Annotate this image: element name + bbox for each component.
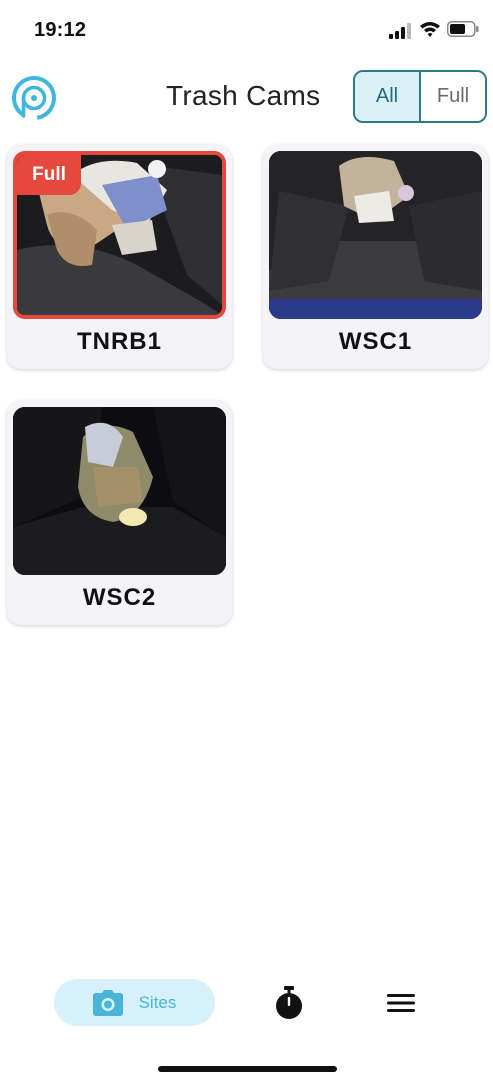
bottom-navigation: Sites [0, 975, 493, 1035]
battery-icon [447, 21, 479, 37]
signal-icon [389, 23, 411, 39]
page-title: Trash Cams [166, 80, 321, 111]
site-label: WSC1 [338, 328, 413, 355]
site-card-tnrb1[interactable]: Full TNRB1 [7, 145, 232, 369]
wifi-icon [420, 22, 440, 37]
status-bar: 19:12 [0, 0, 493, 62]
trash-image [269, 151, 482, 319]
stopwatch-icon[interactable] [273, 986, 305, 1020]
status-time: 19:12 [34, 19, 87, 41]
home-indicator [158, 1066, 337, 1072]
camera-thumbnail: Full [13, 151, 226, 319]
filter-segmented-control: All Full [353, 70, 487, 123]
camera-thumbnail [269, 151, 482, 319]
trash-image [13, 407, 226, 575]
site-label: WSC2 [82, 584, 157, 611]
nav-sites-tab[interactable]: Sites [54, 979, 215, 1026]
hamburger-menu-icon[interactable] [386, 991, 416, 1015]
filter-full-button[interactable]: Full [421, 72, 485, 121]
site-card-wsc1[interactable]: WSC1 [263, 145, 488, 369]
app-logo-icon[interactable] [10, 74, 58, 122]
camera-icon [92, 989, 123, 1016]
site-label: TNRB1 [76, 328, 162, 355]
filter-all-button[interactable]: All [355, 72, 421, 121]
header: Trash Cams All Full [0, 62, 493, 132]
full-status-badge: Full [17, 155, 81, 195]
site-card-wsc2[interactable]: WSC2 [7, 401, 232, 625]
nav-sites-label: Sites [138, 992, 177, 1012]
camera-thumbnail [13, 407, 226, 575]
